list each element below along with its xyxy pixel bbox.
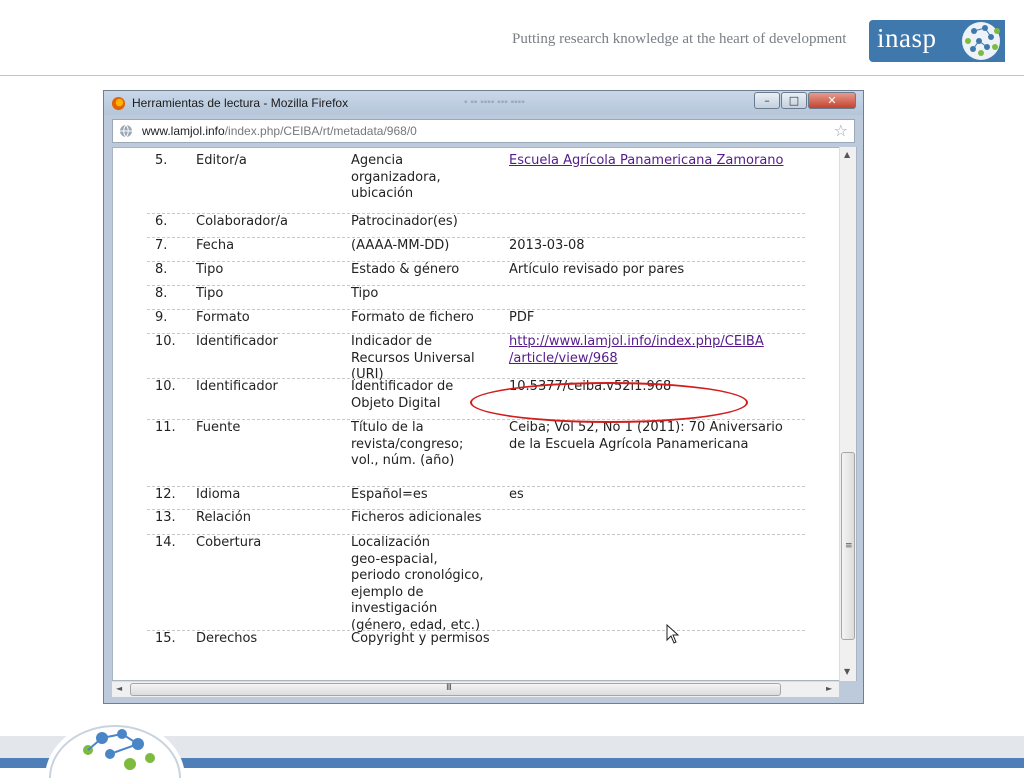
qualifier: Agencia organizadora, ubicación — [351, 153, 441, 201]
globe-network-icon — [45, 720, 185, 778]
table-row: 7. Fecha (AAAA-MM-DD) 2013-03-08 — [147, 237, 805, 253]
scroll-up-icon[interactable]: ▲ — [844, 150, 850, 159]
metadata-value-link[interactable]: Escuela Agrícola Panamericana Zamorano — [509, 153, 784, 170]
scroll-right-icon[interactable]: ► — [826, 684, 832, 693]
qualifier: (AAAA-MM-DD) — [351, 238, 450, 253]
qualifier: Título de la revista/congreso; vol., núm… — [351, 420, 464, 468]
scroll-left-icon[interactable]: ◄ — [116, 684, 122, 693]
url-text[interactable]: www.lamjol.info/index.php/CEIBA/rt/metad… — [142, 124, 417, 138]
table-row: 15. Derechos Copyright y permisos — [147, 630, 805, 646]
element-name: Identificador — [196, 334, 278, 349]
table-row: 14. Cobertura Localización geo-espacial, p… — [147, 534, 805, 633]
qualifier: Tipo — [351, 286, 379, 301]
row-number: 9. — [155, 310, 168, 325]
globe-icon — [120, 124, 132, 138]
metadata-value: 2013-03-08 — [509, 238, 585, 253]
table-row: 9. Formato Formato de fichero PDF — [147, 309, 805, 325]
element-name: Editor/a — [196, 153, 247, 168]
row-number: 6. — [155, 214, 168, 229]
vertical-scrollbar[interactable]: ▲ ≡ ▼ — [839, 147, 856, 681]
header-divider — [0, 75, 1024, 76]
firefox-icon — [111, 96, 126, 111]
qualifier: Copyright y permisos — [351, 631, 490, 646]
window-titlebar[interactable]: Herramientas de lectura - Mozilla Firefo… — [104, 91, 863, 115]
row-number: 13. — [155, 510, 176, 525]
logo-text: inasp — [877, 23, 937, 53]
scroll-down-icon[interactable]: ▼ — [844, 667, 850, 676]
element-name: Idioma — [196, 487, 241, 502]
row-number: 8. — [155, 286, 168, 301]
horizontal-scroll-thumb[interactable]: III — [130, 683, 781, 696]
table-row: 10. Identificador Indicador de Recursos Un… — [147, 333, 805, 382]
qualifier: Patrocinador(es) — [351, 214, 458, 229]
window-title: Herramientas de lectura - Mozilla Firefo… — [132, 96, 349, 110]
metadata-value: Ceiba; Vol 52, No 1 (2011): 70 Aniversar… — [509, 420, 783, 452]
mouse-cursor-icon — [666, 624, 680, 644]
qualifier: Ficheros adicionales — [351, 510, 482, 525]
grip-icon: ≡ — [845, 541, 853, 551]
qualifier: Español=es — [351, 487, 428, 502]
metadata-value-link[interactable]: http://www.lamjol.info/index.php/CEIBA /… — [509, 334, 764, 367]
qualifier: Localización geo-espacial, periodo crono… — [351, 535, 484, 633]
table-row: 13. Relación Ficheros adicionales — [147, 509, 805, 525]
table-row: 10. Identificador Identificador de Objeto … — [147, 378, 805, 411]
close-button[interactable]: ✕ — [808, 92, 856, 109]
address-bar[interactable]: www.lamjol.info/index.php/CEIBA/rt/metad… — [112, 119, 855, 143]
slide-tagline: Putting research knowledge at the heart … — [512, 31, 847, 47]
table-row: 8. Tipo Tipo — [147, 285, 805, 301]
row-number: 10. — [155, 379, 176, 394]
grip-icon: III — [446, 683, 452, 693]
row-number: 14. — [155, 535, 176, 550]
table-row: 6. Colaborador/a Patrocinador(es) — [147, 213, 805, 229]
element-name: Relación — [196, 510, 251, 525]
element-name: Formato — [196, 310, 250, 325]
background-toolbar-ghost: ▪ ▪▪ ▪▪▪▪ ▪▪▪ ▪▪▪▪ — [464, 97, 525, 108]
table-row: 11. Fuente Título de la revista/congreso; … — [147, 419, 805, 468]
maximize-button[interactable]: □ — [781, 92, 807, 109]
url-path: /index.php/CEIBA/rt/metadata/968/0 — [224, 124, 417, 138]
element-name: Identificador — [196, 379, 278, 394]
row-number: 7. — [155, 238, 168, 253]
metadata-value: Artículo revisado por pares — [509, 262, 685, 277]
inasp-logo: inasp — [869, 20, 1005, 62]
metadata-value: es — [509, 487, 524, 502]
element-name: Tipo — [196, 286, 224, 301]
qualifier: Identificador de Objeto Digital — [351, 379, 454, 411]
row-number: 8. — [155, 262, 168, 277]
table-row: 12. Idioma Español=es es — [147, 486, 805, 502]
row-number: 5. — [155, 153, 168, 168]
element-name: Fuente — [196, 420, 241, 435]
row-number: 11. — [155, 420, 176, 435]
qualifier: Formato de fichero — [351, 310, 474, 325]
metadata-table: 5. Editor/a Agencia organizadora, ubicació… — [112, 147, 857, 681]
element-name: Fecha — [196, 238, 235, 253]
globe-network-icon — [962, 22, 1000, 60]
element-name: Colaborador/a — [196, 214, 289, 229]
minimize-button[interactable]: – — [754, 92, 780, 109]
element-name: Cobertura — [196, 535, 262, 550]
table-row: 8. Tipo Estado & género Artículo revisado p… — [147, 261, 805, 277]
qualifier: Estado & género — [351, 262, 460, 277]
element-name: Derechos — [196, 631, 258, 646]
row-number: 10. — [155, 334, 176, 349]
qualifier: Indicador de Recursos Universal (URI) — [351, 334, 475, 382]
row-number: 15. — [155, 631, 176, 646]
bookmark-star-icon[interactable]: ☆ — [834, 121, 848, 140]
row-number: 12. — [155, 487, 176, 502]
url-domain: www.lamjol.info — [142, 124, 225, 138]
element-name: Tipo — [196, 262, 224, 277]
horizontal-scrollbar[interactable]: ◄ III ► — [112, 681, 839, 697]
red-highlight-oval — [470, 382, 748, 423]
metadata-value: PDF — [509, 310, 535, 325]
vertical-scroll-thumb[interactable]: ≡ — [841, 452, 855, 640]
